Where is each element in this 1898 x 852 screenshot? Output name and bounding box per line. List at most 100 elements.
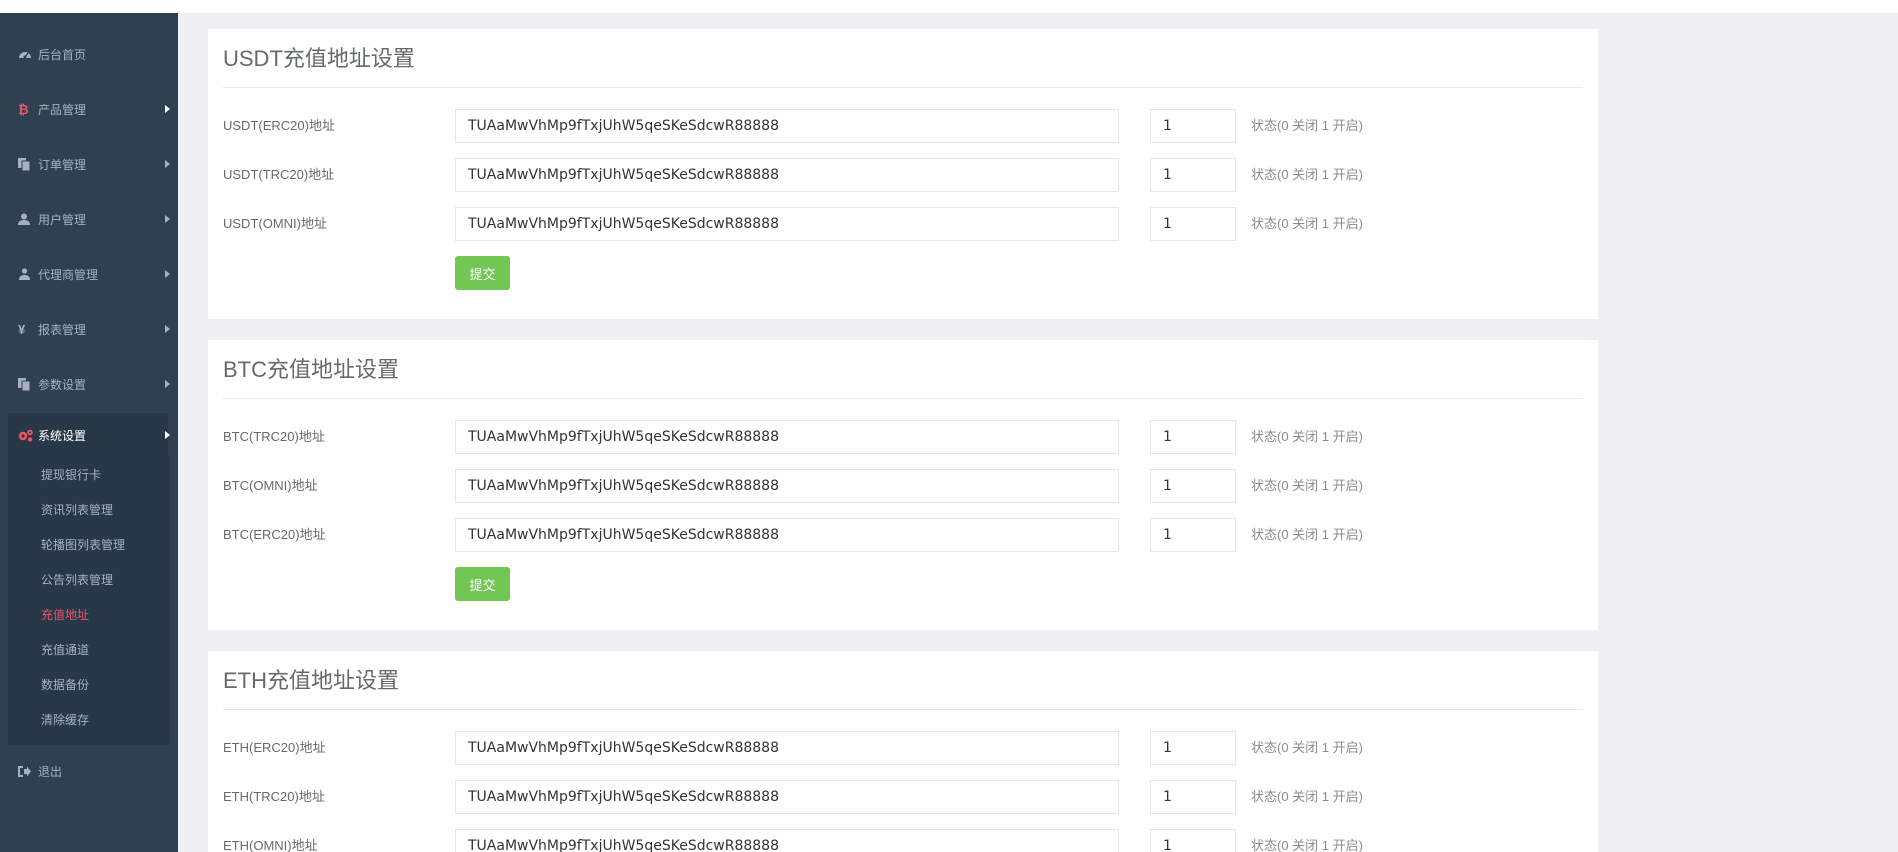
system-settings-submenu: 提现银行卡 资讯列表管理 轮播图列表管理 公告列表管理 充值地址 充值通道 数据… xyxy=(8,455,170,745)
state-hint: 状态(0 关闭 1 开启) xyxy=(1251,478,1363,493)
nav-label: 参数设置 xyxy=(38,377,87,392)
state-input[interactable] xyxy=(1150,158,1236,192)
address-row: BTC(ERC20)地址 状态(0 关闭 1 开启) xyxy=(208,518,1598,552)
top-bar xyxy=(0,0,1898,13)
nav-item-dashboard[interactable]: 后台首页 xyxy=(0,34,178,74)
nav-item-reports[interactable]: ¥ 报表管理 xyxy=(0,309,178,349)
address-input[interactable] xyxy=(455,518,1119,552)
divider xyxy=(223,709,1583,710)
nav-item-products[interactable]: ₿ 产品管理 xyxy=(0,89,178,129)
state-input[interactable] xyxy=(1150,420,1236,454)
address-row: BTC(OMNI)地址 状态(0 关闭 1 开启) xyxy=(208,469,1598,503)
submenu-item-data-backup[interactable]: 数据备份 xyxy=(10,667,170,701)
state-input[interactable] xyxy=(1150,731,1236,765)
section-title: ETH充值地址设置 xyxy=(223,668,400,693)
dashboard-icon xyxy=(18,48,38,60)
state-input[interactable] xyxy=(1150,518,1236,552)
nav-label: 用户管理 xyxy=(38,212,87,227)
address-label: USDT(ERC20)地址 xyxy=(223,118,335,133)
divider xyxy=(223,398,1583,399)
address-label: ETH(OMNI)地址 xyxy=(223,838,318,852)
state-hint: 状态(0 关闭 1 开启) xyxy=(1251,216,1363,231)
address-input[interactable] xyxy=(455,829,1119,852)
state-hint: 状态(0 关闭 1 开启) xyxy=(1251,527,1363,542)
address-input[interactable] xyxy=(455,158,1119,192)
caret-right-icon xyxy=(156,431,178,439)
state-input[interactable] xyxy=(1150,829,1236,852)
submenu-item-news-list[interactable]: 资讯列表管理 xyxy=(10,492,170,526)
state-hint: 状态(0 关闭 1 开启) xyxy=(1251,118,1363,133)
nav-label: 报表管理 xyxy=(38,322,87,337)
user-icon xyxy=(18,213,38,225)
submenu-item-announcement-list[interactable]: 公告列表管理 xyxy=(10,562,170,596)
submit-button[interactable]: 提交 xyxy=(455,567,510,601)
bitcoin-icon: ₿ xyxy=(18,101,29,117)
address-input[interactable] xyxy=(455,420,1119,454)
submenu-item-carousel-list[interactable]: 轮播图列表管理 xyxy=(10,527,170,561)
address-input[interactable] xyxy=(455,109,1119,143)
section-title: USDT充值地址设置 xyxy=(223,46,415,71)
caret-right-icon xyxy=(156,270,178,278)
eth-settings-panel: ETH充值地址设置 ETH(ERC20)地址 状态(0 关闭 1 开启) ETH… xyxy=(208,651,1598,852)
address-input[interactable] xyxy=(455,207,1119,241)
address-label: BTC(OMNI)地址 xyxy=(223,478,318,493)
nav-label: 产品管理 xyxy=(38,102,87,117)
btc-settings-panel: BTC充值地址设置 BTC(TRC20)地址 状态(0 关闭 1 开启) BTC… xyxy=(208,340,1598,630)
address-input[interactable] xyxy=(455,780,1119,814)
nav-item-parameters[interactable]: 参数设置 xyxy=(0,364,178,404)
state-hint: 状态(0 关闭 1 开启) xyxy=(1251,789,1363,804)
state-input[interactable] xyxy=(1150,469,1236,503)
nav-label: 后台首页 xyxy=(38,47,87,62)
yen-icon: ¥ xyxy=(18,321,26,337)
address-row: USDT(TRC20)地址 状态(0 关闭 1 开启) xyxy=(208,158,1598,192)
caret-right-icon xyxy=(156,105,178,113)
nav-label: 订单管理 xyxy=(38,157,87,172)
state-hint: 状态(0 关闭 1 开启) xyxy=(1251,838,1363,852)
state-input[interactable] xyxy=(1150,207,1236,241)
sign-out-icon xyxy=(18,765,38,777)
state-hint: 状态(0 关闭 1 开启) xyxy=(1251,167,1363,182)
address-input[interactable] xyxy=(455,469,1119,503)
caret-right-icon xyxy=(156,380,178,388)
address-row: USDT(ERC20)地址 状态(0 关闭 1 开启) xyxy=(208,109,1598,143)
state-hint: 状态(0 关闭 1 开启) xyxy=(1251,740,1363,755)
address-label: ETH(ERC20)地址 xyxy=(223,740,326,755)
address-row: ETH(TRC20)地址 状态(0 关闭 1 开启) xyxy=(208,780,1598,814)
section-title: BTC充值地址设置 xyxy=(223,357,400,382)
address-label: USDT(OMNI)地址 xyxy=(223,216,327,231)
nav-label: 代理商管理 xyxy=(38,267,99,282)
nav-item-orders[interactable]: 订单管理 xyxy=(0,144,178,184)
copy-icon xyxy=(18,157,38,171)
submit-button[interactable]: 提交 xyxy=(455,256,510,290)
submenu-item-clear-cache[interactable]: 清除缓存 xyxy=(10,702,170,736)
state-input[interactable] xyxy=(1150,780,1236,814)
address-label: USDT(TRC20)地址 xyxy=(223,167,335,182)
submenu-item-recharge-channel[interactable]: 充值通道 xyxy=(10,632,170,666)
address-label: BTC(ERC20)地址 xyxy=(223,527,326,542)
submenu-item-recharge-address[interactable]: 充值地址 xyxy=(10,597,170,631)
nav-item-system-settings[interactable]: 系统设置 xyxy=(0,415,178,455)
address-label: BTC(TRC20)地址 xyxy=(223,429,325,444)
main-content: USDT充值地址设置 USDT(ERC20)地址 状态(0 关闭 1 开启) U… xyxy=(178,13,1898,852)
caret-right-icon xyxy=(156,160,178,168)
state-hint: 状态(0 关闭 1 开启) xyxy=(1251,429,1363,444)
address-row: BTC(TRC20)地址 状态(0 关闭 1 开启) xyxy=(208,420,1598,454)
caret-right-icon xyxy=(156,325,178,333)
nav-item-logout[interactable]: 退出 xyxy=(0,751,178,791)
submenu-item-withdraw-bank-card[interactable]: 提现银行卡 xyxy=(10,457,170,491)
nav-item-users[interactable]: 用户管理 xyxy=(0,199,178,239)
address-row: USDT(OMNI)地址 状态(0 关闭 1 开启) xyxy=(208,207,1598,241)
address-input[interactable] xyxy=(455,731,1119,765)
nav-item-agents[interactable]: 代理商管理 xyxy=(0,254,178,294)
sidebar: 后台首页 ₿ 产品管理 订单管理 用户管理 代理商管理 ¥ 报表管理 参数设置 xyxy=(0,13,178,852)
nav-label: 系统设置 xyxy=(38,428,87,443)
state-input[interactable] xyxy=(1150,109,1236,143)
sitemap-icon xyxy=(18,268,38,280)
copy-icon xyxy=(18,377,38,391)
address-label: ETH(TRC20)地址 xyxy=(223,789,325,804)
usdt-settings-panel: USDT充值地址设置 USDT(ERC20)地址 状态(0 关闭 1 开启) U… xyxy=(208,29,1598,319)
cogs-icon xyxy=(18,429,38,442)
divider xyxy=(223,87,1583,88)
nav-label: 退出 xyxy=(38,764,63,779)
address-row: ETH(OMNI)地址 状态(0 关闭 1 开启) xyxy=(208,829,1598,852)
